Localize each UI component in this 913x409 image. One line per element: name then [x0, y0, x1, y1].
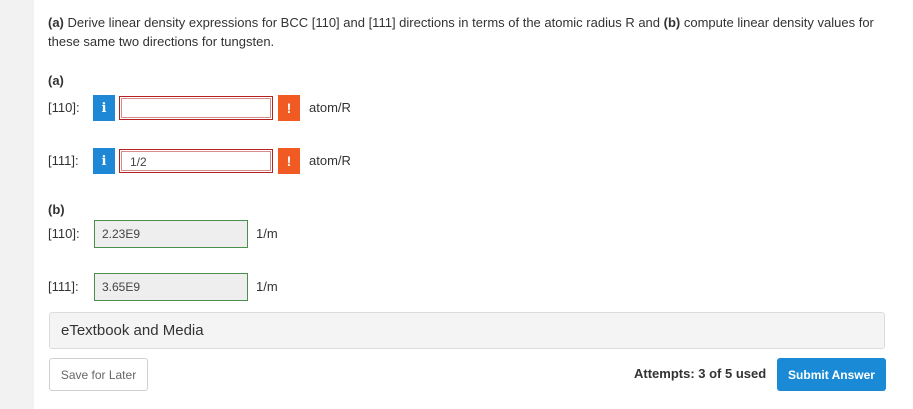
- part-a-110-unit: atom/R: [309, 100, 351, 115]
- submit-answer-button[interactable]: Submit Answer: [777, 358, 886, 391]
- part-a-marker: (a): [48, 15, 64, 30]
- part-b-111-value: 3.65E9: [94, 273, 248, 301]
- warning-icon[interactable]: !: [278, 95, 300, 121]
- question-text: (a) Derive linear density expressions fo…: [48, 13, 888, 51]
- question-card: (a) Derive linear density expressions fo…: [34, 0, 913, 409]
- attempts-counter: Attempts: 3 of 5 used: [634, 366, 767, 381]
- warning-icon[interactable]: !: [278, 148, 300, 174]
- part-b-110-value: 2.23E9: [94, 220, 248, 248]
- part-a-111-label: [111]:: [48, 153, 79, 168]
- part-b-111-unit: 1/m: [256, 279, 278, 294]
- part-a-text: Derive linear density expressions for BC…: [63, 15, 664, 30]
- info-icon[interactable]: i: [93, 95, 115, 121]
- part-b-marker: (b): [663, 15, 681, 30]
- part-a-label: (a): [48, 73, 64, 88]
- part-a-111-unit: atom/R: [309, 153, 351, 168]
- etextbook-label: eTextbook and Media: [61, 322, 204, 339]
- part-a-111-input[interactable]: 1/2: [119, 149, 273, 173]
- part-a-110-input[interactable]: [119, 96, 273, 120]
- part-b-110-label: [110]:: [48, 226, 80, 241]
- part-b-110-unit: 1/m: [256, 226, 278, 241]
- part-b-111-label: [111]:: [48, 279, 79, 294]
- info-icon[interactable]: i: [93, 148, 115, 174]
- etextbook-and-media-panel[interactable]: eTextbook and Media: [49, 312, 885, 349]
- part-a-110-label: [110]:: [48, 100, 80, 115]
- part-b-label: (b): [48, 202, 65, 217]
- save-for-later-button[interactable]: Save for Later: [49, 358, 148, 391]
